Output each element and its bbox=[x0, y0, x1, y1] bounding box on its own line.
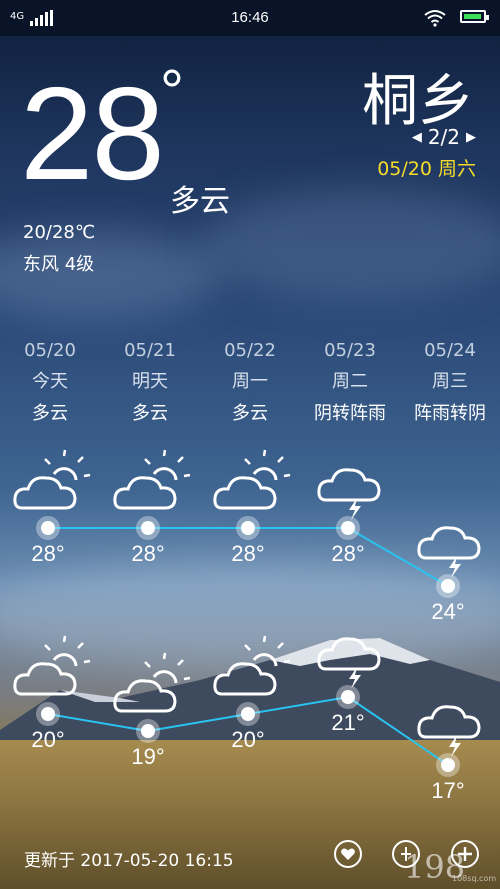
thunderstorm-icon bbox=[417, 705, 481, 757]
high-temperature-point bbox=[341, 521, 355, 535]
high-temperature-label: 24° bbox=[431, 599, 465, 624]
temperature-chart bbox=[13, 449, 481, 766]
low-temperature-point bbox=[341, 690, 355, 704]
low-temperature-label: 20° bbox=[31, 727, 65, 752]
low-temperature-point bbox=[141, 724, 155, 738]
partly-cloudy-icon bbox=[213, 635, 291, 696]
high-temperature-label: 28° bbox=[331, 541, 365, 566]
partly-cloudy-icon bbox=[113, 652, 191, 713]
weather-screen: 4G 16:46 28 ° 多云 20/28℃ 东风 4级 桐乡 ◀ 2/2 ▶… bbox=[0, 0, 500, 889]
thunderstorm-icon bbox=[417, 526, 481, 578]
favorite-heart-icon[interactable] bbox=[333, 839, 363, 869]
high-temperature-label: 28° bbox=[231, 541, 265, 566]
thunderstorm-icon bbox=[317, 468, 381, 520]
high-temperature-point bbox=[441, 579, 455, 593]
partly-cloudy-icon bbox=[13, 449, 91, 510]
update-time: 更新于 2017-05-20 16:15 bbox=[24, 851, 234, 871]
watermark-url: 108sq.com bbox=[452, 874, 497, 883]
high-temperature-label: 28° bbox=[131, 541, 165, 566]
high-temperature-point bbox=[141, 521, 155, 535]
partly-cloudy-icon bbox=[13, 635, 91, 696]
high-temperature-point bbox=[41, 521, 55, 535]
low-temperature-label: 19° bbox=[131, 744, 165, 769]
low-temperature-point bbox=[241, 707, 255, 721]
low-temperature-label: 20° bbox=[231, 727, 265, 752]
partly-cloudy-icon bbox=[213, 449, 291, 510]
low-temperature-label: 21° bbox=[331, 710, 365, 735]
low-temperature-point bbox=[441, 758, 455, 772]
partly-cloudy-icon bbox=[113, 449, 191, 510]
low-temperature-point bbox=[41, 707, 55, 721]
low-temperature-label: 17° bbox=[431, 778, 465, 803]
high-temperature-point bbox=[241, 521, 255, 535]
thunderstorm-icon bbox=[317, 637, 381, 689]
high-temperature-label: 28° bbox=[31, 541, 65, 566]
